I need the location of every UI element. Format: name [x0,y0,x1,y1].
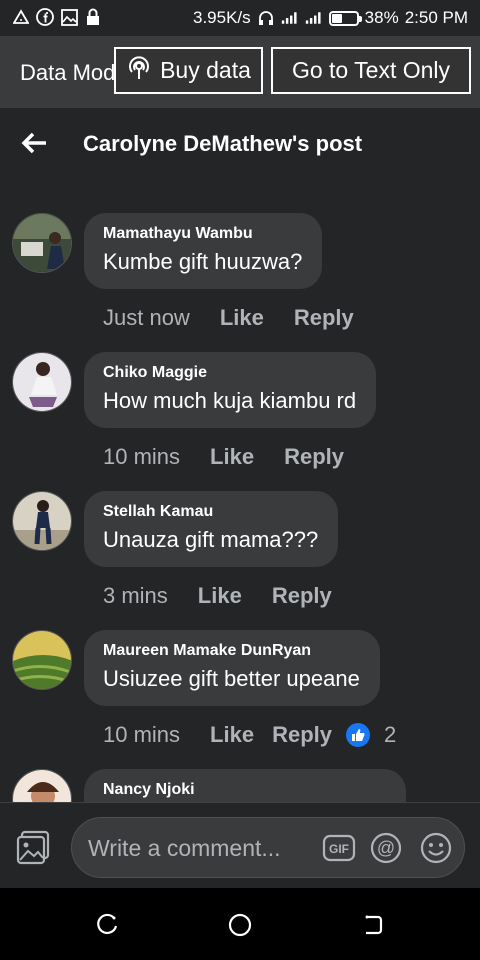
status-icons-left [12,8,102,26]
reply-button[interactable]: Reply [272,583,332,609]
data-mode-bar: Data Mode Buy data Go to Text Only [0,36,480,108]
back-nav-icon[interactable] [360,912,386,938]
like-button[interactable]: Like [210,722,254,748]
gif-icon[interactable]: GIF [322,832,356,864]
alert-triangle-icon [12,8,30,26]
system-nav-bar [0,888,480,960]
lock-icon [84,8,102,26]
reply-button[interactable]: Reply [294,305,354,331]
buy-data-label: Buy data [160,57,251,83]
data-mode-label: Data Mode [20,60,120,85]
avatar[interactable] [12,213,72,273]
comment-author[interactable]: Chiko Maggie [103,364,356,382]
text-only-label: Go to Text Only [291,57,451,83]
comment-actions: 3 mins Like Reply [103,583,332,609]
comment-time: 10 mins [103,444,181,469]
recent-apps-icon[interactable] [94,912,120,938]
buy-data-button[interactable]: Buy data [114,47,263,94]
comment-input[interactable]: Write a comment... GIF @ [71,817,465,878]
svg-text:@: @ [377,838,395,858]
comment-time: Just now [103,305,190,330]
network-speed: 3.95K/s [193,8,251,27]
status-icons-right: 3.95K/s 38% 2:50 PM [193,8,468,28]
comment-text: How much kuja kiambu rd [103,388,357,413]
avatar[interactable] [12,491,72,551]
mention-icon[interactable]: @ [370,832,402,864]
avatar[interactable] [12,352,72,412]
comment-time: 3 mins [103,583,168,608]
comment-bubble: Maureen Mamake DunRyan Usiuzee gift bett… [84,630,380,706]
reply-button[interactable]: Reply [284,444,344,470]
home-icon[interactable] [227,912,253,938]
comment-actions: 10 mins Like Reply [103,444,344,470]
battery-percent: 38% [364,8,399,27]
comment-author[interactable]: Stellah Kamau [103,503,318,521]
post-header: Carolyne DeMathew's post [0,108,480,180]
text-only-button[interactable]: Go to Text Only [271,47,471,94]
reaction-count[interactable]: 2 [384,722,396,748]
photo-icon[interactable] [16,829,52,865]
comment-text: Kumbe gift huuzwa? [103,249,303,274]
comment-input-placeholder: Write a comment... [88,835,281,861]
comment-author[interactable]: Maureen Mamake DunRyan [103,642,360,660]
comment-time: 10 mins [103,722,181,747]
back-arrow-icon[interactable] [20,128,50,158]
comment-composer: Write a comment... GIF @ [0,802,480,888]
comment-author[interactable]: Nancy Njoki [103,781,386,799]
reply-button[interactable]: Reply [272,722,332,748]
image-icon [60,8,78,26]
comment-text: Usiuzee gift better upeane [103,666,360,691]
reply-reaction-group: Reply 2 [272,722,396,748]
comment-actions: Just now Like Reply [103,305,354,331]
page-title: Carolyne DeMathew's post [83,131,363,156]
comment-actions: 10 mins Like Reply 2 [103,722,396,748]
signal-icon [281,9,299,27]
comment-text: Unauza gift mama??? [103,527,319,552]
comment-item: Nancy Njoki [12,769,472,802]
comment-bubble: Chiko Maggie How much kuja kiambu rd [84,352,377,428]
comment-bubble: Stellah Kamau Unauza gift mama??? [84,491,339,567]
headphones-icon [257,9,275,27]
like-button[interactable]: Like [198,583,242,609]
like-button[interactable]: Like [220,305,264,331]
comment-author[interactable]: Mamathayu Wambu [103,225,302,243]
broadcast-icon [126,55,152,87]
signal-2-icon [305,9,323,27]
battery-icon [328,10,362,26]
emoji-icon[interactable] [420,832,452,864]
comment-bubble: Nancy Njoki [84,769,406,802]
status-bar: 3.95K/s 38% 2:50 PM [0,0,480,36]
like-button[interactable]: Like [210,444,254,470]
clock: 2:50 PM [404,8,468,27]
like-reaction-icon[interactable] [346,723,370,747]
svg-text:GIF: GIF [329,842,349,856]
facebook-icon [36,8,54,26]
comment-bubble: Mamathayu Wambu Kumbe gift huuzwa? [84,213,323,289]
avatar[interactable] [12,769,72,802]
avatar[interactable] [12,630,72,690]
